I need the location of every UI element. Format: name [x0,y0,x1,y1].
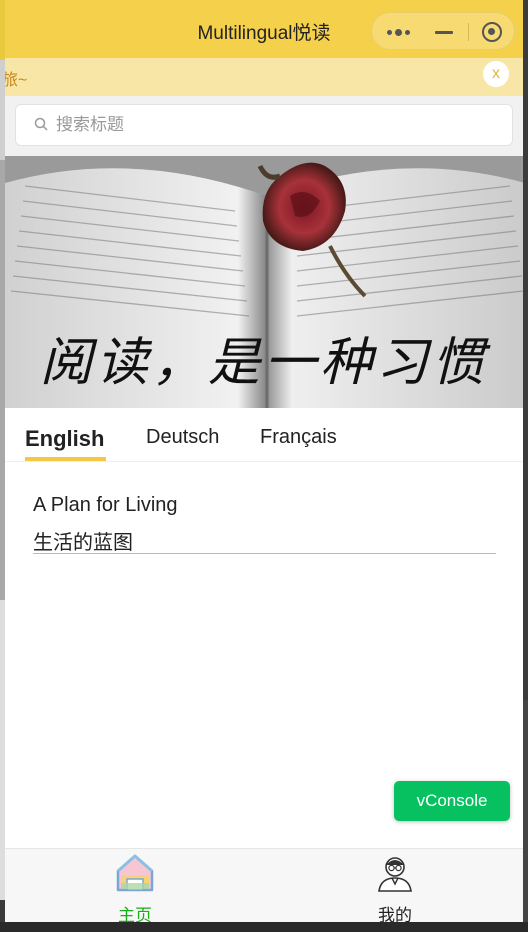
language-tabs: English Deutsch Français [5,408,523,462]
tab-francais[interactable]: Français [260,426,337,449]
banner-caption: 阅读，是一种习惯 [39,333,488,393]
tabbar-label-profile: 我的 [378,906,412,922]
notice-bar: 旅~ [5,58,523,96]
tab-deutsch[interactable]: Deutsch [146,426,219,449]
tabbar-item-home[interactable]: 主页 [65,849,205,922]
capsule-menu [371,12,515,50]
article-title: A Plan for Living [33,494,178,516]
article-subtitle: 生活的蓝图 [33,532,133,554]
search-box[interactable] [15,104,513,146]
home-icon [116,854,154,892]
close-target-icon [482,22,502,42]
more-button[interactable] [374,13,422,51]
title-bar: Multilingual悦读 [5,0,523,58]
banner-image: 阅读，是一种习惯 [5,156,523,408]
tab-english[interactable]: English [25,426,104,452]
vconsole-button[interactable]: vConsole [394,781,510,821]
more-dots-icon [386,28,410,36]
desktop-background-bottom [0,922,528,932]
mini-program-window: Multilingual悦读 旅~ x 搜索标题 阅读，是一种习惯 Englis… [5,0,523,922]
minimize-button[interactable] [420,13,468,51]
search-icon [34,117,48,131]
profile-icon [378,857,412,892]
search-bar [5,96,523,156]
notice-close-button[interactable]: x [483,61,509,87]
tabbar-item-profile[interactable]: 我的 [325,849,465,922]
close-button[interactable] [468,13,516,51]
bottom-tab-bar: 主页 我的 [5,848,523,922]
minimize-icon [435,30,453,34]
list-item[interactable]: A Plan for Living 生活的蓝图 [33,486,496,554]
tabbar-label-home: 主页 [118,906,152,922]
active-tab-indicator [25,457,106,461]
search-input[interactable] [56,105,496,145]
notice-text: 旅~ [5,72,28,89]
